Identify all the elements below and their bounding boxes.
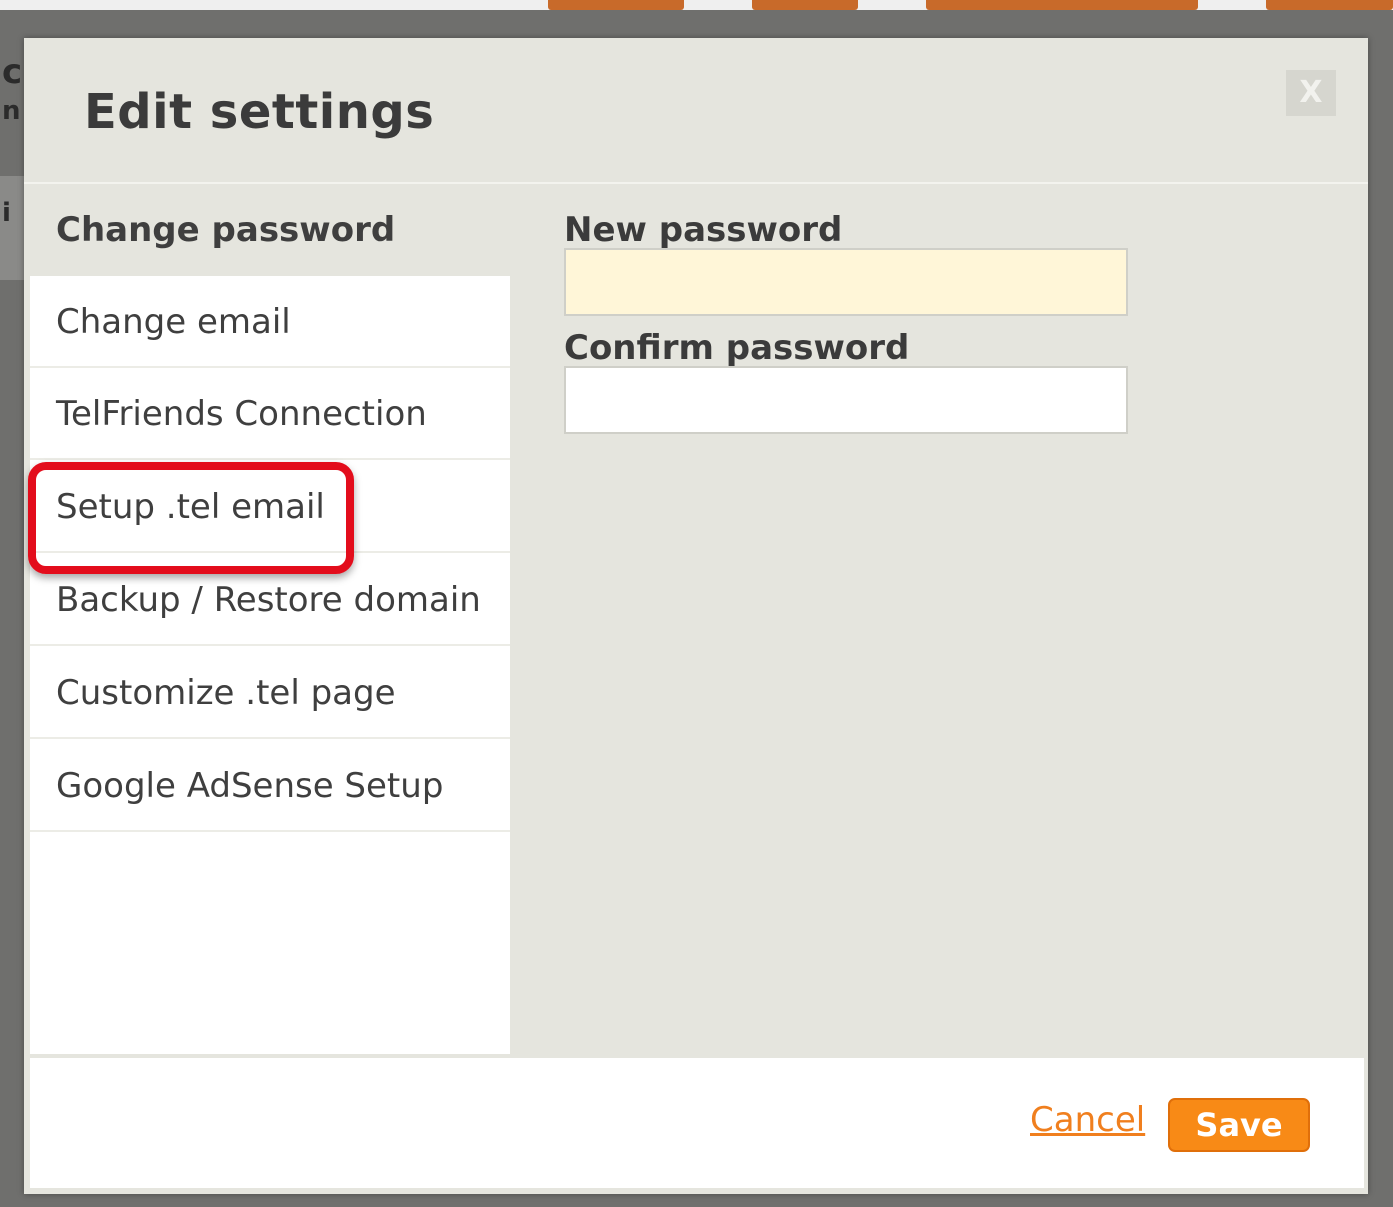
background-glyph: i <box>2 198 11 228</box>
menu-item-backup-restore-domain[interactable]: Backup / Restore domain <box>30 554 510 646</box>
dialog-title: Edit settings <box>84 84 435 140</box>
dialog-footer: Cancel Save <box>30 1058 1364 1188</box>
background-tab <box>1266 0 1393 10</box>
dialog-header: Edit settings X <box>24 38 1368 184</box>
background-tab <box>752 0 858 10</box>
menu-item-google-adsense-setup[interactable]: Google AdSense Setup <box>30 740 510 832</box>
save-button[interactable]: Save <box>1168 1098 1310 1152</box>
background-glyph: c <box>2 52 23 92</box>
new-password-label: New password <box>564 210 843 250</box>
menu-item-change-email[interactable]: Change email <box>30 276 510 368</box>
close-button[interactable]: X <box>1286 70 1336 116</box>
settings-menu: Change password Change email TelFriends … <box>30 184 510 1054</box>
background-glyph: n <box>2 96 21 126</box>
confirm-password-field[interactable] <box>564 366 1128 434</box>
confirm-password-label: Confirm password <box>564 328 910 368</box>
edit-settings-dialog: Edit settings X Change password Change e… <box>24 38 1368 1194</box>
menu-item-change-password[interactable]: Change password <box>30 184 510 276</box>
cancel-link[interactable]: Cancel <box>1030 1100 1145 1140</box>
menu-item-setup-tel-email[interactable]: Setup .tel email <box>30 461 510 553</box>
background-tab <box>926 0 1198 10</box>
background-tab <box>548 0 684 10</box>
menu-item-customize-tel-page[interactable]: Customize .tel page <box>30 647 510 739</box>
menu-item-telfriends-connection[interactable]: TelFriends Connection <box>30 368 510 460</box>
new-password-field[interactable] <box>564 248 1128 316</box>
